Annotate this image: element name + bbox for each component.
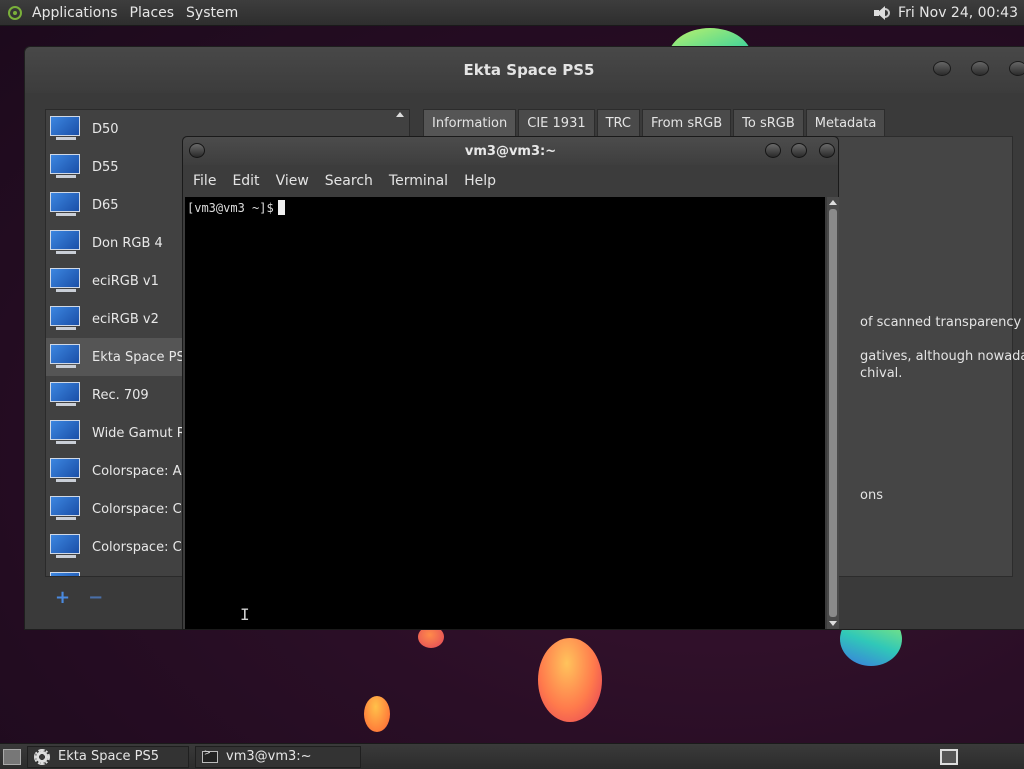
- menu-search[interactable]: Search: [319, 173, 383, 189]
- info-text: of scanned transparency: [860, 315, 1022, 330]
- window-titlebar[interactable]: Ekta Space PS5: [25, 47, 1024, 93]
- terminal-window: vm3@vm3:~ File Edit View Search Terminal…: [182, 136, 839, 630]
- scroll-thumb[interactable]: [829, 209, 837, 617]
- tab-to-srgb[interactable]: To sRGB: [733, 109, 804, 136]
- text-cursor: [277, 200, 285, 215]
- tab-information[interactable]: Information: [423, 109, 517, 136]
- menu-edit[interactable]: Edit: [226, 173, 269, 189]
- scroll-up-arrow-icon[interactable]: [829, 200, 837, 205]
- distro-logo-icon[interactable]: [8, 5, 22, 20]
- tab-cie-1931[interactable]: CIE 1931: [518, 109, 595, 136]
- gear-icon: [34, 748, 50, 765]
- bottom-panel: Ekta Space PS5 vm3@vm3:~: [0, 743, 1024, 769]
- top-panel: Applications Places System Fri Nov 24, 0…: [0, 0, 1024, 26]
- maximize-button[interactable]: [791, 143, 807, 158]
- volume-icon[interactable]: [872, 4, 891, 22]
- clock[interactable]: Fri Nov 24, 00:43: [898, 5, 1018, 21]
- terminal-title: vm3@vm3:~: [464, 144, 557, 159]
- monitor-icon: [50, 534, 82, 560]
- monitor-icon: [50, 572, 82, 576]
- monitor-icon: [50, 344, 82, 370]
- terminal-screen[interactable]: [vm3@vm3 ~]$ I: [185, 197, 825, 629]
- tab-bar: Information CIE 1931 TRC From sRGB To sR…: [423, 109, 887, 136]
- wallpaper-balloon: [364, 696, 390, 732]
- minimize-button[interactable]: [765, 143, 781, 158]
- monitor-icon: [50, 306, 82, 332]
- shell-prompt: [vm3@vm3 ~]$: [187, 200, 285, 215]
- scroll-down-arrow-icon[interactable]: [829, 621, 837, 626]
- terminal-titlebar[interactable]: vm3@vm3:~: [183, 137, 838, 165]
- monitor-icon: [50, 268, 82, 294]
- taskbar-button-ekta-space[interactable]: Ekta Space PS5: [27, 745, 189, 768]
- monitor-icon: [50, 420, 82, 446]
- monitor-icon: [50, 192, 82, 218]
- monitor-icon: [50, 230, 82, 256]
- monitor-icon: [50, 458, 82, 484]
- terminal-icon: [202, 748, 218, 763]
- monitor-icon: [50, 496, 82, 522]
- menu-applications[interactable]: Applications: [28, 5, 126, 21]
- info-text: chival.: [860, 366, 903, 381]
- workspace-switcher[interactable]: [940, 748, 958, 765]
- show-desktop-icon[interactable]: [3, 748, 21, 765]
- add-profile-button[interactable]: +: [55, 587, 70, 608]
- taskbar-button-terminal[interactable]: vm3@vm3:~: [195, 745, 361, 768]
- remove-profile-button[interactable]: −: [88, 587, 103, 608]
- tab-from-srgb[interactable]: From sRGB: [642, 109, 732, 136]
- info-text: gatives, although nowadays: [860, 349, 1024, 364]
- monitor-icon: [50, 154, 82, 180]
- minimize-button[interactable]: [933, 61, 951, 76]
- terminal-scrollbar[interactable]: [827, 197, 839, 629]
- terminal-menubar: File Edit View Search Terminal Help: [183, 165, 838, 197]
- menu-help[interactable]: Help: [458, 173, 506, 189]
- menu-file[interactable]: File: [187, 173, 226, 189]
- scroll-up-arrow-icon[interactable]: [396, 112, 404, 117]
- close-button[interactable]: [819, 143, 835, 158]
- info-text: ons: [860, 488, 883, 503]
- tab-trc[interactable]: TRC: [596, 109, 641, 136]
- menu-view[interactable]: View: [270, 173, 319, 189]
- menu-system[interactable]: System: [182, 5, 246, 21]
- monitor-icon: [50, 116, 82, 142]
- tab-metadata[interactable]: Metadata: [805, 109, 886, 136]
- menu-places[interactable]: Places: [126, 5, 183, 21]
- monitor-icon: [50, 382, 82, 408]
- menu-terminal[interactable]: Terminal: [383, 173, 458, 189]
- list-toolbar: + −: [55, 587, 103, 608]
- window-title: Ekta Space PS5: [463, 61, 595, 79]
- wallpaper-balloon: [538, 638, 602, 722]
- close-button[interactable]: [1009, 61, 1024, 76]
- maximize-button[interactable]: [971, 61, 989, 76]
- ibeam-pointer-icon: I: [240, 605, 250, 624]
